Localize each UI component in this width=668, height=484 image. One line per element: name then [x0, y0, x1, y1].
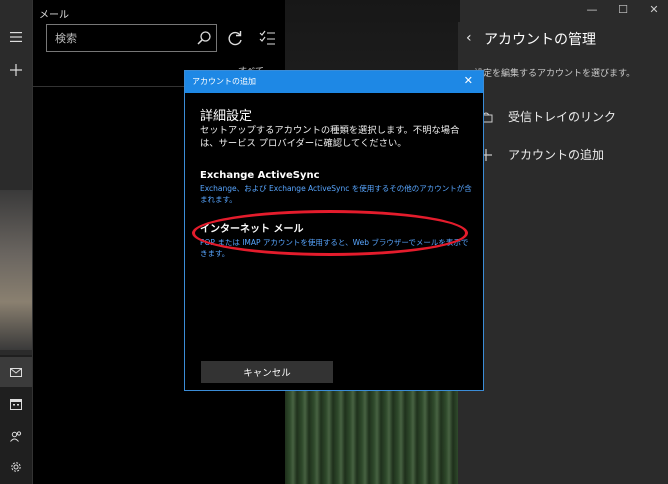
settings-gear-icon[interactable] — [0, 452, 32, 482]
close-window-icon[interactable]: ✕ — [646, 3, 662, 19]
back-arrow-icon[interactable]: ‹ — [466, 30, 472, 46]
red-highlight-ellipse — [192, 210, 468, 256]
calendar-icon[interactable] — [0, 389, 32, 419]
sync-icon[interactable] — [225, 28, 245, 48]
cancel-button[interactable]: キャンセル — [201, 361, 333, 383]
close-icon[interactable]: ✕ — [464, 74, 473, 87]
search-input[interactable] — [47, 25, 192, 51]
minimize-icon[interactable]: — — [584, 3, 600, 19]
option-exchange-activesync[interactable]: Exchange ActiveSync Exchange、および Exchang… — [200, 170, 472, 205]
people-icon[interactable] — [0, 421, 32, 451]
hamburger-menu-icon[interactable] — [0, 22, 32, 52]
manage-accounts-pane: ‹ アカウントの管理 設定を編集するアカウントを選びます。 受信トレイのリンク … — [458, 22, 668, 484]
forest-image-area — [285, 385, 460, 484]
dialog-description: セットアップするアカウントの種類を選択します。不明な場合は、サービス プロバイダ… — [200, 125, 460, 149]
dialog-heading: 詳細設定 — [200, 109, 253, 124]
left-rail — [0, 0, 32, 484]
maximize-icon[interactable]: ☐ — [615, 3, 631, 19]
dialog-title: アカウントの追加 — [192, 77, 256, 86]
option-title: Exchange ActiveSync — [200, 170, 320, 181]
link-inbox-label: 受信トレイのリンク — [508, 110, 617, 124]
accounts-title: アカウントの管理 — [484, 32, 596, 48]
selection-mode-icon[interactable] — [258, 28, 278, 48]
mail-icon[interactable] — [0, 357, 32, 387]
option-description: Exchange、および Exchange ActiveSync を使用するその… — [200, 184, 472, 204]
new-mail-plus-icon[interactable] — [0, 55, 32, 85]
dialog-titlebar: アカウントの追加 ✕ — [185, 71, 483, 93]
accounts-description: 設定を編集するアカウントを選びます。 — [474, 69, 636, 79]
window-titlebar: — ☐ ✕ — [460, 0, 668, 22]
add-account-label: アカウントの追加 — [508, 148, 605, 162]
search-box[interactable] — [46, 24, 217, 52]
link-inboxes-item[interactable]: 受信トレイのリンク — [478, 108, 616, 125]
search-icon[interactable] — [196, 30, 212, 46]
add-account-item[interactable]: アカウントの追加 — [478, 146, 604, 163]
background-photo-strip — [0, 190, 32, 350]
app-title: メール — [39, 10, 69, 21]
